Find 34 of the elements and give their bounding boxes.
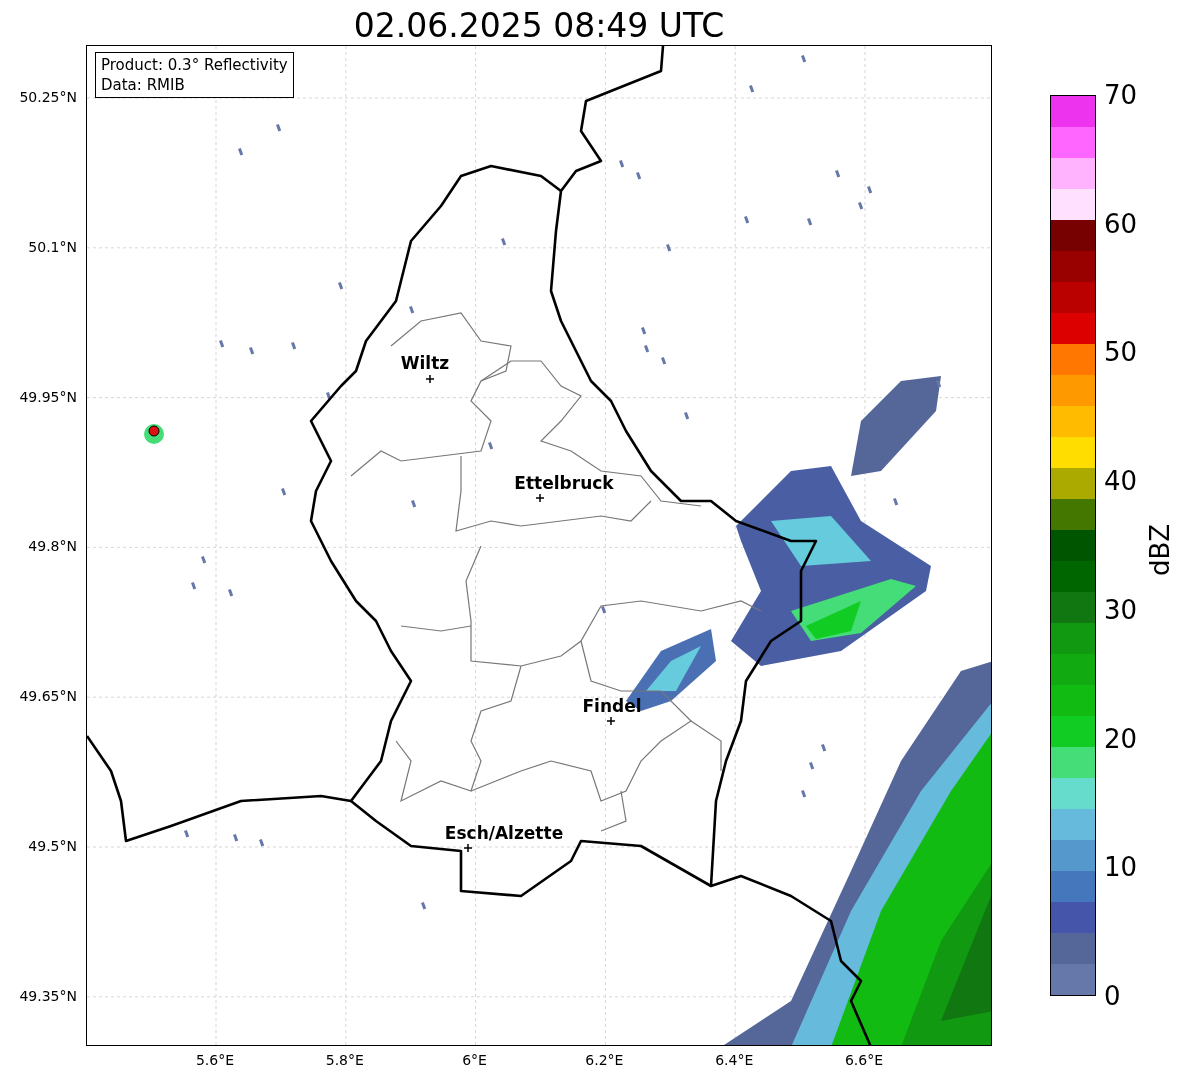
city-label: Esch/Alzette — [444, 823, 564, 843]
colorbar-tick-label: 0 — [1104, 981, 1121, 1011]
colorbar-tick-label: 60 — [1104, 208, 1138, 239]
city-marker-icon — [463, 843, 473, 853]
longitude-label: 6°E — [462, 1051, 487, 1069]
colorbar-tick-label: 30 — [1104, 594, 1138, 625]
city-marker-icon — [425, 374, 435, 384]
colorbar-label: dBZ — [1145, 523, 1175, 577]
colorbar-tick-label: 20 — [1104, 723, 1138, 754]
legend-text: Product: 0.3° Reflectivity — [101, 55, 288, 75]
chart-title: 02.06.2025 08:49 UTC — [352, 5, 726, 47]
latitude-label: 49.8°N — [28, 537, 77, 556]
city-marker-icon — [606, 716, 616, 726]
latitude-label: 49.35°N — [19, 986, 77, 1005]
city-label: Ettelbruck — [514, 473, 614, 493]
longitude-label: 6.6°E — [844, 1051, 884, 1069]
colorbar-tick-label: 70 — [1104, 80, 1138, 110]
radar-site-icon — [148, 425, 160, 437]
longitude-label: 5.6°E — [195, 1051, 235, 1069]
legend-text: Data: RMIB — [101, 75, 186, 95]
latitude-label: 50.1°N — [28, 237, 77, 256]
latitude-label: 50.25°N — [19, 88, 77, 106]
city-label: Wiltz — [400, 353, 450, 373]
colorbar-tick-label: 40 — [1104, 466, 1138, 497]
colorbar-tick-label: 10 — [1104, 852, 1138, 883]
latitude-label: 49.5°N — [28, 837, 77, 855]
colorbar-tick-label: 50 — [1104, 337, 1138, 368]
city-marker-icon — [535, 493, 545, 503]
city-label: Findel — [582, 696, 642, 716]
longitude-label: 6.2°E — [585, 1051, 624, 1069]
latitude-label: 49.65°N — [19, 687, 77, 706]
longitude-label: 5.8°E — [325, 1051, 364, 1069]
longitude-label: 6.4°E — [715, 1051, 754, 1069]
latitude-label: 49.95°N — [19, 387, 77, 406]
